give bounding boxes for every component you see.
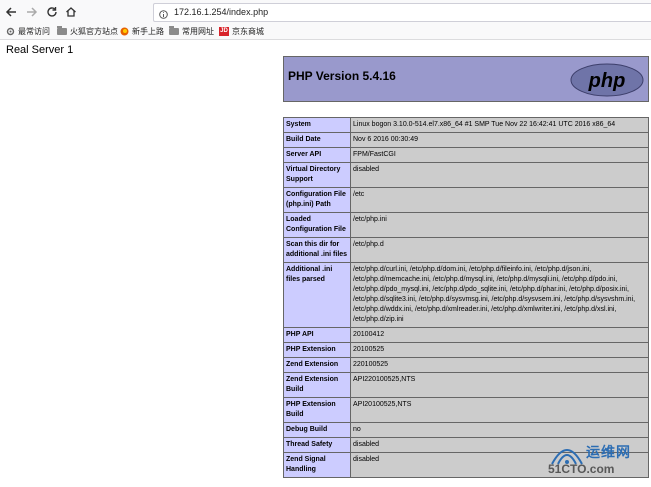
bookmark-firefox-site[interactable]: 火狐官方站点 <box>57 24 118 39</box>
row-value: /etc/php.ini <box>350 212 649 238</box>
php-version-title: PHP Version 5.4.16 <box>288 69 396 83</box>
row-value: 220100525 <box>350 357 649 373</box>
table-row: Zend Extension Build API220100525,NTS <box>283 372 649 398</box>
table-row: Scan this dir for additional .ini files /… <box>283 237 649 263</box>
php-header: PHP Version 5.4.16 php <box>283 56 649 102</box>
table-row: Server API FPM/FastCGI <box>283 147 649 163</box>
bookmark-label: 火狐官方站点 <box>70 27 118 36</box>
info-icon <box>159 8 168 25</box>
row-key: PHP Extension Build <box>283 397 351 423</box>
bookmark-label: 最常访问 <box>18 27 50 36</box>
table-row: Debug Build no <box>283 422 649 438</box>
row-key: Build Date <box>283 132 351 148</box>
bookmark-jd[interactable]: JD 京东商城 <box>219 24 264 39</box>
browser-toolbar: 172.16.1.254/index.php <box>0 0 651 25</box>
row-key: Configuration File (php.ini) Path <box>283 187 351 213</box>
php-info-table: System Linux bogon 3.10.0-514.el7.x86_64 … <box>283 117 649 478</box>
forward-button[interactable] <box>23 3 41 21</box>
server-title: Real Server 1 <box>6 44 74 56</box>
bookmarks-toolbar: 最常访问 火狐官方站点 新手上路 常用网址 JD 京东商城 <box>0 24 651 40</box>
row-value: disabled <box>350 162 649 188</box>
arrow-left-icon <box>5 7 16 17</box>
row-key: Virtual Directory Support <box>283 162 351 188</box>
back-button[interactable] <box>2 3 20 21</box>
table-row: PHP API 20100412 <box>283 327 649 343</box>
watermark-cn-text: 运维网 <box>586 444 631 460</box>
home-icon <box>66 7 76 17</box>
row-value: 20100525 <box>350 342 649 358</box>
home-button[interactable] <box>62 3 80 21</box>
watermark: 运维网 51CTO.com <box>540 440 651 487</box>
bookmark-getting-started[interactable]: 新手上路 <box>120 24 164 39</box>
row-key: Additional .ini files parsed <box>283 262 351 328</box>
table-row: Zend Extension 220100525 <box>283 357 649 373</box>
row-key: PHP API <box>283 327 351 343</box>
table-row: PHP Extension 20100525 <box>283 342 649 358</box>
folder-icon <box>169 26 179 35</box>
url-text: 172.16.1.254/index.php <box>174 7 269 17</box>
folder-icon <box>57 26 67 35</box>
address-bar[interactable]: 172.16.1.254/index.php <box>153 3 651 22</box>
table-row: Build Date Nov 6 2016 00:30:49 <box>283 132 649 148</box>
bookmark-most-visited[interactable]: 最常访问 <box>6 24 50 39</box>
php-logo-icon: php <box>570 63 644 97</box>
jd-icon: JD <box>219 27 229 36</box>
row-key: Zend Signal Handling <box>283 452 351 478</box>
row-value: no <box>350 422 649 438</box>
row-key: Thread Safety <box>283 437 351 453</box>
bookmark-label: 新手上路 <box>132 27 164 36</box>
row-value: /etc/php.d <box>350 237 649 263</box>
svg-text:php: php <box>588 70 626 92</box>
row-key: Server API <box>283 147 351 163</box>
row-value: Nov 6 2016 00:30:49 <box>350 132 649 148</box>
gear-icon <box>6 27 15 36</box>
bookmark-common-sites[interactable]: 常用网址 <box>169 24 214 39</box>
bookmark-label: 常用网址 <box>182 27 214 36</box>
row-value: 20100412 <box>350 327 649 343</box>
watermark-en-text: 51CTO.com <box>548 462 615 476</box>
row-key: Loaded Configuration File <box>283 212 351 238</box>
row-value: /etc <box>350 187 649 213</box>
row-value: /etc/php.d/curl.ini, /etc/php.d/dom.ini,… <box>350 262 649 328</box>
row-key: Debug Build <box>283 422 351 438</box>
row-key: Zend Extension Build <box>283 372 351 398</box>
row-key: System <box>283 117 351 133</box>
row-value: FPM/FastCGI <box>350 147 649 163</box>
table-row: Configuration File (php.ini) Path/etc <box>283 187 649 213</box>
table-row: Additional .ini files parsed/etc/php.d/c… <box>283 262 649 328</box>
table-row: System Linux bogon 3.10.0-514.el7.x86_64 … <box>283 117 649 133</box>
row-value: API20100525,NTS <box>350 397 649 423</box>
row-value: API220100525,NTS <box>350 372 649 398</box>
table-row: PHP Extension Build API20100525,NTS <box>283 397 649 423</box>
bookmark-label: 京东商城 <box>232 27 264 36</box>
row-value: Linux bogon 3.10.0-514.el7.x86_64 #1 SMP… <box>350 117 649 133</box>
firefox-icon <box>120 27 129 36</box>
row-key: Scan this dir for additional .ini files <box>283 237 351 263</box>
table-row: Virtual Directory Support disabled <box>283 162 649 188</box>
reload-button[interactable] <box>43 3 61 21</box>
row-key: Zend Extension <box>283 357 351 373</box>
arrow-right-icon <box>27 7 38 17</box>
reload-icon <box>47 7 57 17</box>
row-key: PHP Extension <box>283 342 351 358</box>
table-row: Loaded Configuration File/etc/php.ini <box>283 212 649 238</box>
